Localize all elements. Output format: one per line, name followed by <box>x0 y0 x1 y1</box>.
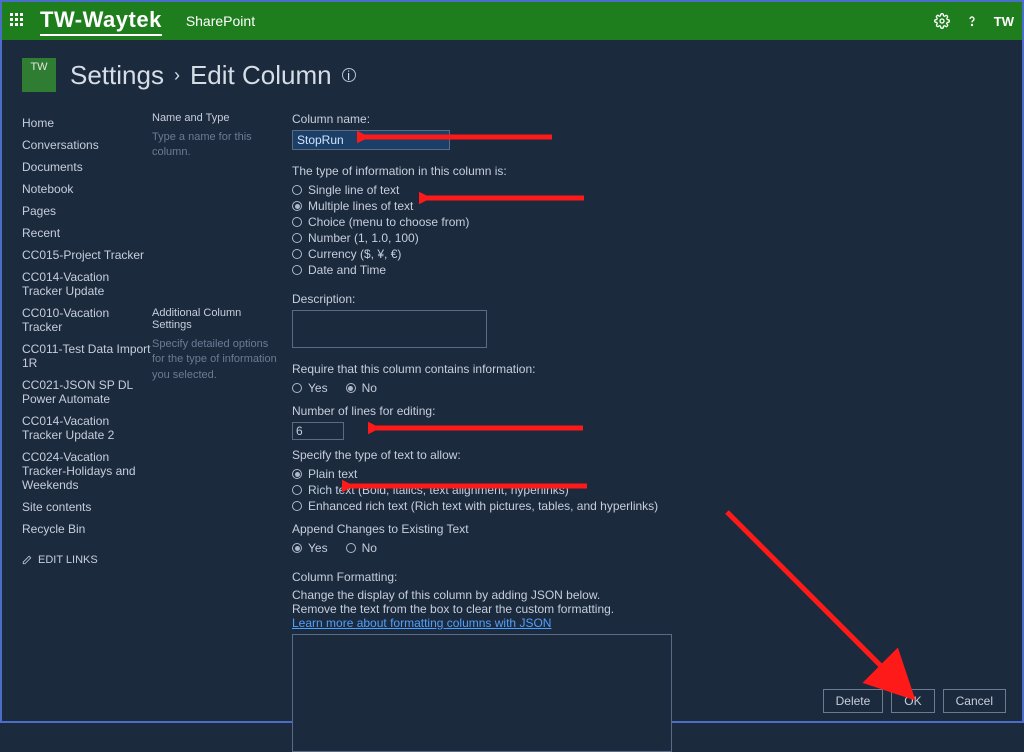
radio-icon <box>346 543 356 553</box>
form-area: Column name: The type of information in … <box>292 112 1002 752</box>
cancel-button[interactable]: Cancel <box>943 689 1006 713</box>
option-label: Rich text (Bold, italics, text alignment… <box>308 483 569 497</box>
nav-recycle-bin[interactable]: Recycle Bin <box>22 518 152 540</box>
app-launcher-icon[interactable] <box>10 13 26 29</box>
texttype-label: Specify the type of text to allow: <box>292 448 1002 462</box>
radio-icon <box>292 485 302 495</box>
radio-icon <box>292 233 302 243</box>
type-multi-line[interactable]: Multiple lines of text <box>292 198 1002 214</box>
radio-icon <box>292 249 302 259</box>
nav-item[interactable]: CC024-Vacation Tracker-Holidays and Week… <box>22 446 152 496</box>
nav-home[interactable]: Home <box>22 112 152 134</box>
option-label: Enhanced rich text (Rich text with pictu… <box>308 499 658 513</box>
type-info-label: The type of information in this column i… <box>292 164 1002 178</box>
nav-pages[interactable]: Pages <box>22 200 152 222</box>
require-no[interactable]: No <box>346 380 377 396</box>
radio-icon <box>292 543 302 553</box>
texttype-plain[interactable]: Plain text <box>292 466 1002 482</box>
nav-item[interactable]: CC011-Test Data Import 1R <box>22 338 152 374</box>
gear-icon[interactable] <box>934 13 950 29</box>
suite-bar: TW-Waytek SharePoint TW <box>2 2 1022 40</box>
json-textarea[interactable] <box>292 634 672 752</box>
nav-item[interactable]: CC021-JSON SP DL Power Automate <box>22 374 152 410</box>
option-label: Plain text <box>308 467 357 481</box>
append-label: Append Changes to Existing Text <box>292 522 1002 536</box>
type-number[interactable]: Number (1, 1.0, 100) <box>292 230 1002 246</box>
help-icon[interactable] <box>964 13 980 29</box>
nav-documents[interactable]: Documents <box>22 156 152 178</box>
edit-links[interactable]: EDIT LINKS <box>22 554 152 566</box>
column-name-label: Column name: <box>292 112 1002 126</box>
formatting-desc2: Remove the text from the box to clear th… <box>292 602 1002 616</box>
pencil-icon <box>22 555 32 565</box>
chevron-right-icon: › <box>174 65 180 86</box>
nav-recent[interactable]: Recent <box>22 222 152 244</box>
ok-button[interactable]: OK <box>891 689 934 713</box>
edit-links-label: EDIT LINKS <box>38 554 98 566</box>
button-bar: Delete OK Cancel <box>823 689 1006 713</box>
type-single-line[interactable]: Single line of text <box>292 182 1002 198</box>
radio-icon <box>292 469 302 479</box>
type-choice[interactable]: Choice (menu to choose from) <box>292 214 1002 230</box>
texttype-rich[interactable]: Rich text (Bold, italics, text alignment… <box>292 482 1002 498</box>
page-header: TW Settings › Edit Column i <box>2 40 1022 98</box>
nav-site-contents[interactable]: Site contents <box>22 496 152 518</box>
name-type-desc: Type a name for this column. <box>152 130 280 161</box>
section-descriptions: Name and Type Type a name for this colum… <box>152 112 292 752</box>
type-label: Date and Time <box>308 263 386 277</box>
texttype-enhanced[interactable]: Enhanced rich text (Rich text with pictu… <box>292 498 1002 514</box>
additional-settings-title: Additional Column Settings <box>152 307 280 331</box>
type-label: Currency ($, ¥, €) <box>308 247 401 261</box>
option-label: No <box>362 541 377 555</box>
type-label: Single line of text <box>308 183 399 197</box>
description-textarea[interactable] <box>292 310 487 348</box>
radio-icon <box>292 217 302 227</box>
type-datetime[interactable]: Date and Time <box>292 262 1002 278</box>
type-currency[interactable]: Currency ($, ¥, €) <box>292 246 1002 262</box>
column-name-input[interactable] <box>292 130 450 150</box>
type-label: Number (1, 1.0, 100) <box>308 231 419 245</box>
radio-icon <box>292 201 302 211</box>
require-yes[interactable]: Yes <box>292 380 328 396</box>
option-label: Yes <box>308 541 328 555</box>
nav-notebook[interactable]: Notebook <box>22 178 152 200</box>
type-label: Choice (menu to choose from) <box>308 215 469 229</box>
description-label: Description: <box>292 292 1002 306</box>
radio-icon <box>346 383 356 393</box>
breadcrumb-edit-column: Edit Column <box>190 60 332 91</box>
option-label: No <box>362 381 377 395</box>
numlines-input[interactable] <box>292 422 344 440</box>
nav-conversations[interactable]: Conversations <box>22 134 152 156</box>
nav-item[interactable]: CC015-Project Tracker <box>22 244 152 266</box>
nav-item[interactable]: CC010-Vacation Tracker <box>22 302 152 338</box>
formatting-desc1: Change the display of this column by add… <box>292 588 1002 602</box>
name-type-title: Name and Type <box>152 112 280 124</box>
type-label: Multiple lines of text <box>308 199 413 213</box>
site-brand: TW-Waytek <box>40 7 162 36</box>
site-logo: TW <box>22 58 56 92</box>
nav-item[interactable]: CC014-Vacation Tracker Update 2 <box>22 410 152 446</box>
append-no[interactable]: No <box>346 540 377 556</box>
breadcrumb: Settings › Edit Column i <box>70 60 356 91</box>
require-label: Require that this column contains inform… <box>292 362 1002 376</box>
radio-icon <box>292 501 302 511</box>
option-label: Yes <box>308 381 328 395</box>
formatting-title: Column Formatting: <box>292 570 1002 584</box>
breadcrumb-settings[interactable]: Settings <box>70 60 164 91</box>
formatting-link[interactable]: Learn more about formatting columns with… <box>292 616 551 630</box>
info-icon[interactable]: i <box>342 68 356 82</box>
radio-icon <box>292 265 302 275</box>
delete-button[interactable]: Delete <box>823 689 884 713</box>
left-nav: Home Conversations Documents Notebook Pa… <box>22 112 152 752</box>
numlines-label: Number of lines for editing: <box>292 404 1002 418</box>
user-initials[interactable]: TW <box>994 14 1014 29</box>
additional-settings-desc: Specify detailed options for the type of… <box>152 337 280 383</box>
radio-icon <box>292 185 302 195</box>
nav-item[interactable]: CC014-Vacation Tracker Update <box>22 266 152 302</box>
app-name: SharePoint <box>186 13 255 29</box>
append-yes[interactable]: Yes <box>292 540 328 556</box>
radio-icon <box>292 383 302 393</box>
